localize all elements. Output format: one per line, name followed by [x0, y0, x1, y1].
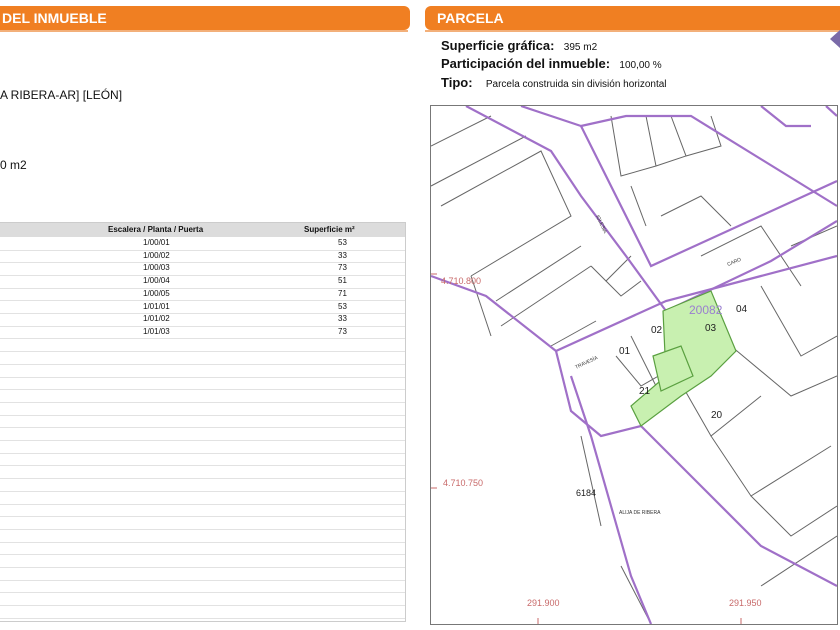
table-row [0, 389, 405, 403]
plot-02: 02 [651, 325, 663, 336]
field-superficie: Superficie gráfica: 395 m2 [441, 38, 597, 53]
cell-escalera: 1/01/02 [143, 314, 170, 324]
units-table: Escalera / Planta / Puerta Superficie m²… [0, 222, 406, 622]
column-header-escalera: Escalera / Planta / Puerta [108, 225, 204, 234]
cell-escalera: 1/00/03 [143, 263, 170, 273]
table-row [0, 440, 405, 454]
table-row: 1/00/01 53 [0, 237, 405, 251]
plot-04: 04 [736, 304, 748, 315]
column-header-superficie: Superficie m² [304, 225, 355, 234]
cell-superficie: 53 [338, 301, 347, 311]
table-row [0, 339, 405, 353]
header-underline-right [425, 30, 840, 32]
table-row: 1/00/05 71 [0, 288, 405, 302]
table-row: 1/01/03 73 [0, 326, 405, 340]
street-caro: CARO [727, 257, 743, 268]
table-row [0, 428, 405, 442]
cell-escalera: 1/00/02 [143, 250, 170, 260]
table-row: 1/00/02 33 [0, 250, 405, 264]
table-row [0, 377, 405, 391]
field-label: Participación del inmueble: [441, 56, 611, 71]
table-row: 1/00/03 73 [0, 262, 405, 276]
table-row [0, 466, 405, 480]
street-alija: ALIJA DE RIBERA [619, 510, 661, 516]
field-value: Parcela construida sin división horizont… [485, 79, 667, 90]
map-svg: 4.710.800 4.710.750 291.900 291.950 2008… [431, 106, 837, 624]
field-participacion: Participación del inmueble: 100,00 % [441, 56, 662, 71]
coord-y-top: 4.710.800 [441, 276, 481, 286]
table-row [0, 504, 405, 518]
table-row: 1/01/01 53 [0, 301, 405, 315]
field-value: 100,00 % [619, 60, 662, 71]
cell-superficie: 33 [338, 314, 347, 324]
table-row [0, 516, 405, 530]
cell-escalera: 1/01/01 [143, 301, 170, 311]
table-row [0, 364, 405, 378]
header-underline [0, 30, 408, 32]
cell-superficie: 73 [338, 263, 347, 273]
table-row [0, 605, 405, 619]
table-row [0, 402, 405, 416]
cell-escalera: 1/01/03 [143, 326, 170, 336]
field-label: Superficie gráfica: [441, 38, 555, 53]
plot-03: 03 [705, 323, 717, 334]
plot-20: 20 [711, 410, 723, 421]
cell-superficie: 53 [338, 238, 347, 247]
plot-21: 21 [639, 386, 651, 397]
cell-escalera: 1/00/05 [143, 288, 170, 298]
table-row [0, 580, 405, 594]
coord-x-left: 291.900 [527, 598, 560, 608]
field-tipo: Tipo: Parcela construida sin división ho… [441, 75, 667, 90]
table-row [0, 567, 405, 581]
plot-6184: 6184 [576, 488, 596, 498]
table-row [0, 593, 405, 607]
coord-x-right: 291.950 [729, 598, 762, 608]
table-row [0, 542, 405, 556]
cell-escalera: 1/00/01 [143, 238, 170, 247]
table-row: 1/01/02 33 [0, 313, 405, 327]
field-label: Tipo: [441, 75, 473, 90]
street-iglesia: IGLESIA [594, 214, 608, 235]
section-header-inmueble: DEL INMUEBLE [0, 6, 410, 30]
cell-superficie: 71 [338, 288, 347, 298]
table-row: 1/00/04 51 [0, 275, 405, 289]
table-row [0, 555, 405, 569]
cell-superficie: 33 [338, 250, 347, 260]
table-header: Escalera / Planta / Puerta Superficie m² [0, 223, 405, 237]
surface-text: 0 m2 [0, 158, 27, 172]
scroll-arrow-icon[interactable] [830, 30, 840, 48]
cell-escalera: 1/00/04 [143, 276, 170, 286]
table-row [0, 478, 405, 492]
plot-01: 01 [619, 346, 631, 357]
street-travesia: TRAVESÍA [574, 354, 600, 371]
section-header-parcela: PARCELA [425, 6, 840, 30]
cell-superficie: 51 [338, 276, 347, 286]
table-row [0, 453, 405, 467]
field-value: 395 m2 [563, 42, 598, 53]
cadastral-map[interactable]: 4.710.800 4.710.750 291.900 291.950 2008… [430, 105, 838, 625]
table-row [0, 491, 405, 505]
table-row [0, 351, 405, 365]
table-row [0, 529, 405, 543]
parcel-ref: 20082 [689, 303, 723, 317]
coord-y-bottom: 4.710.750 [443, 478, 483, 488]
location-text: A RIBERA-AR] [LEÓN] [0, 88, 123, 102]
table-row [0, 415, 405, 429]
cell-superficie: 73 [338, 326, 347, 336]
